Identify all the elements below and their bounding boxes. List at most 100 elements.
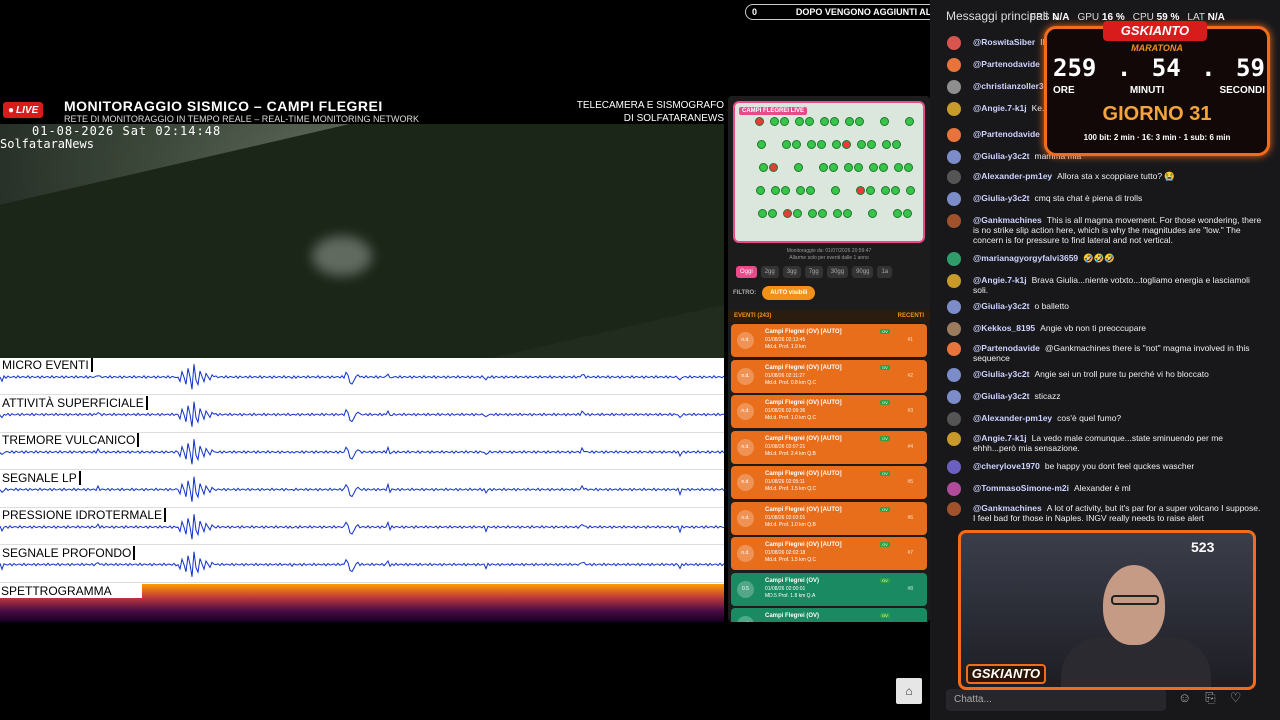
quake-marker[interactable] — [780, 117, 789, 126]
avatar[interactable] — [947, 274, 961, 288]
event-card[interactable]: n.d. Campi Flegrei (OV) [AUTO] 01/08/26 02… — [731, 359, 927, 393]
chat-username[interactable]: @Giulia-y3c2t — [973, 151, 1029, 161]
quake-marker[interactable] — [792, 140, 801, 149]
events-sort[interactable]: RECENTI — [898, 313, 924, 319]
quake-marker[interactable] — [781, 186, 790, 195]
quake-marker[interactable] — [857, 140, 866, 149]
event-card[interactable]: n.d. Campi Flegrei (OV) [AUTO] 01/08/26 02… — [731, 466, 927, 499]
avatar[interactable] — [947, 390, 961, 404]
period-button[interactable]: 90gg — [852, 266, 874, 278]
quake-marker[interactable] — [905, 117, 914, 126]
quake-marker[interactable] — [759, 163, 768, 172]
chat-username[interactable]: @Angie.7-k1j — [973, 275, 1027, 285]
chat-username[interactable]: @Partenodavide — [973, 129, 1040, 139]
quake-marker[interactable] — [817, 140, 826, 149]
avatar[interactable] — [947, 150, 961, 164]
quake-marker[interactable] — [755, 117, 764, 126]
avatar[interactable] — [947, 80, 961, 94]
quake-marker[interactable] — [856, 186, 865, 195]
quake-marker[interactable] — [881, 186, 890, 195]
quake-marker[interactable] — [820, 117, 829, 126]
event-card[interactable]: 0.5 Campi Flegrei (OV) 01/08/26 02:00:01 MD… — [731, 572, 927, 606]
avatar[interactable] — [947, 58, 961, 72]
chat-username[interactable]: @Kekkos_8195 — [973, 323, 1035, 333]
gift-icon[interactable]: ⎘ — [1205, 690, 1215, 706]
chat-username[interactable]: @RoswitaSiber — [973, 37, 1035, 47]
quake-marker[interactable] — [855, 117, 864, 126]
quake-marker[interactable] — [830, 117, 839, 126]
avatar[interactable] — [947, 502, 961, 516]
quake-marker[interactable] — [882, 140, 891, 149]
chat-username[interactable]: @cherylove1970 — [973, 461, 1040, 471]
quake-marker[interactable] — [768, 209, 777, 218]
avatar[interactable] — [947, 300, 961, 314]
chat-username[interactable]: @Giulia-y3c2t — [973, 391, 1029, 401]
quake-marker[interactable] — [892, 140, 901, 149]
quake-marker[interactable] — [771, 186, 780, 195]
chat-username[interactable]: @Angie.7-k1j — [973, 103, 1027, 113]
auto-filter-button[interactable]: AUTO visibili — [762, 286, 816, 300]
quake-marker[interactable] — [807, 140, 816, 149]
chat-username[interactable]: @Angie.7-k1j — [973, 433, 1027, 443]
quake-marker[interactable] — [844, 163, 853, 172]
quake-marker[interactable] — [819, 163, 828, 172]
quake-marker[interactable] — [756, 186, 765, 195]
avatar[interactable] — [947, 252, 961, 266]
quake-marker[interactable] — [903, 209, 912, 218]
period-button[interactable]: 7gg — [804, 266, 823, 278]
event-card[interactable]: n.d. Campi Flegrei (OV) [AUTO] 01/08/26 02… — [731, 430, 927, 464]
heart-icon[interactable]: ♡ — [1230, 690, 1242, 706]
chat-username[interactable]: @Giulia-y3c2t — [973, 193, 1029, 203]
period-button[interactable]: 3gg — [782, 266, 801, 278]
quake-marker[interactable] — [868, 209, 877, 218]
quake-marker[interactable] — [904, 163, 913, 172]
quake-marker[interactable] — [794, 163, 803, 172]
quake-marker[interactable] — [842, 140, 851, 149]
earthquake-map[interactable]: CAMPI FLEGREI LIVE — [733, 101, 925, 243]
chat-username[interactable]: @TommasoSimone-m2i — [973, 483, 1069, 493]
chat-username[interactable]: @Alexander-pm1ey — [973, 413, 1052, 423]
period-button[interactable]: 30gg — [826, 266, 849, 278]
avatar[interactable] — [947, 342, 961, 356]
avatar[interactable] — [947, 432, 961, 446]
chat-username[interactable]: @Giulia-y3c2t — [973, 301, 1029, 311]
quake-marker[interactable] — [866, 186, 875, 195]
quake-marker[interactable] — [808, 209, 817, 218]
avatar[interactable] — [947, 192, 961, 206]
quake-marker[interactable] — [880, 117, 889, 126]
avatar[interactable] — [947, 170, 961, 184]
chat-input[interactable]: Chatta... — [946, 689, 1166, 711]
event-card[interactable]: n.d. Campi Flegrei (OV) [AUTO] 01/08/26 02… — [731, 537, 927, 570]
chat-username[interactable]: @Alexander-pm1ey — [973, 171, 1052, 181]
chat-username[interactable]: @Partenodavide — [973, 343, 1040, 353]
quake-marker[interactable] — [854, 163, 863, 172]
quake-marker[interactable] — [845, 117, 854, 126]
quake-marker[interactable] — [793, 209, 802, 218]
quake-marker[interactable] — [891, 186, 900, 195]
chat-username[interactable]: @christianzoller30 — [973, 81, 1048, 91]
avatar[interactable] — [947, 102, 961, 116]
avatar[interactable] — [947, 412, 961, 426]
quake-marker[interactable] — [806, 186, 815, 195]
period-button[interactable]: Oggi — [736, 266, 757, 278]
quake-marker[interactable] — [783, 209, 792, 218]
quake-marker[interactable] — [758, 209, 767, 218]
quake-marker[interactable] — [818, 209, 827, 218]
quake-marker[interactable] — [805, 117, 814, 126]
avatar[interactable] — [947, 460, 961, 474]
avatar[interactable] — [947, 482, 961, 496]
quake-marker[interactable] — [879, 163, 888, 172]
avatar[interactable] — [947, 368, 961, 382]
quake-marker[interactable] — [796, 186, 805, 195]
event-card[interactable]: n.d. Campi Flegrei (OV) [AUTO] 01/08/26 02… — [731, 324, 927, 357]
period-button[interactable]: 2gg — [760, 266, 779, 278]
chat-username[interactable]: @marianagyorgyfalvi3659 — [973, 253, 1078, 263]
quake-marker[interactable] — [757, 140, 766, 149]
quake-marker[interactable] — [831, 186, 840, 195]
chat-username[interactable]: @Gankmachines — [973, 503, 1042, 513]
chat-username[interactable]: @Gankmachines — [973, 215, 1042, 225]
period-button[interactable]: 1a — [877, 266, 893, 278]
quake-marker[interactable] — [893, 209, 902, 218]
quake-marker[interactable] — [770, 117, 779, 126]
avatar[interactable] — [947, 214, 961, 228]
